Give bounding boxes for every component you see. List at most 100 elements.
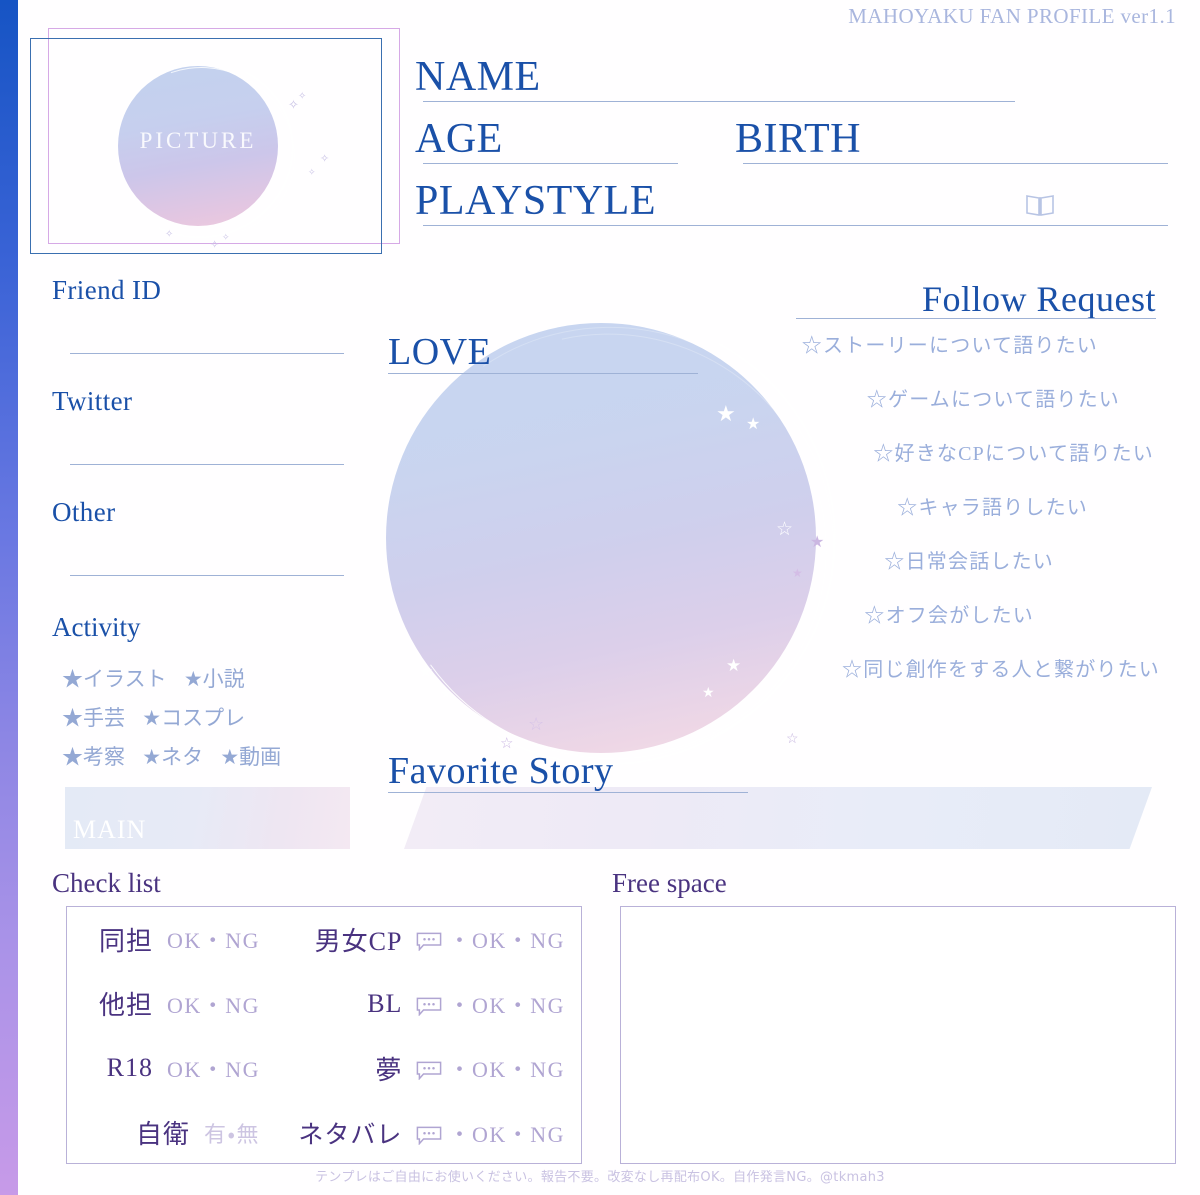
main-band-label: MAIN [73, 815, 147, 844]
check-list-title: Check list [52, 868, 161, 898]
favorite-story-section[interactable]: Favorite Story [388, 752, 748, 793]
follow-request-item-character[interactable]: ☆キャラ語りしたい [740, 498, 1160, 518]
check-list-options[interactable]: ・OK・NG [416, 1052, 565, 1084]
free-space-box[interactable] [620, 906, 1176, 1164]
check-list-key: R18 [106, 1053, 153, 1083]
follow-request-list: ☆ストーリーについて語りたい ☆ゲームについて語りたい ☆好きなCPについて語り… [740, 336, 1160, 714]
follow-request-title: Follow Request [921, 279, 1156, 319]
sparkle-star-icon: ✧ [222, 232, 230, 242]
check-list-cell-left[interactable]: 他担 OK・NG [67, 985, 260, 1022]
check-list-options[interactable]: ・OK・NG [416, 923, 565, 955]
love-section[interactable]: LOVE [388, 333, 698, 374]
check-list-cell-right[interactable]: 夢 ・OK・NG [260, 1050, 581, 1087]
check-list-options[interactable]: 有・無 [204, 1117, 260, 1149]
love-input-line[interactable] [388, 373, 698, 374]
check-list-cell-left[interactable]: R18 OK・NG [67, 1052, 260, 1084]
footer-credit: テンプレはご自由にお使いください。報告不要。改変なし再配布OK。自作発言NG。@… [315, 1170, 885, 1185]
favorite-story-input-line[interactable] [388, 792, 748, 793]
check-list-row: 同担 OK・NG 男女CP ・OK・NG [67, 907, 581, 972]
contact-other[interactable]: Other [52, 497, 352, 608]
activity-tag-video[interactable]: ★動画 [220, 745, 281, 769]
check-list-row: R18 OK・NG 夢 ・OK・NG [67, 1036, 581, 1101]
follow-request-item-story[interactable]: ☆ストーリーについて語りたい [740, 336, 1160, 356]
sparkle-star-icon: ✧ [210, 239, 220, 251]
page-title: MAHOYAKU FAN PROFILE ver1.1 [848, 4, 1176, 28]
speech-bubble-icon [417, 1061, 442, 1081]
field-name[interactable]: NAME [415, 40, 1175, 102]
follow-request-item-cp[interactable]: ☆好きなCPについて語りたい [740, 444, 1160, 464]
sparkle-star-icon: ★ [726, 656, 742, 675]
check-list-key: BL [367, 988, 403, 1018]
activity-tag-row: ★手芸 ★コスプレ [62, 699, 352, 738]
sparkle-star-icon: ★ [418, 662, 434, 681]
free-space-title: Free space [612, 868, 727, 898]
speech-bubble-icon [417, 932, 442, 952]
profile-fields: NAME AGE BIRTH PLAYSTYLE [415, 40, 1175, 226]
activity-tag-neta[interactable]: ★ネタ [142, 745, 203, 769]
check-list-options[interactable]: OK・NG [167, 1052, 260, 1084]
contact-column: Friend ID Twitter Other [52, 275, 352, 608]
sparkle-star-icon: ★ [440, 686, 452, 701]
check-list-key: 他担 [98, 991, 153, 1021]
check-list-cell-right[interactable]: BL ・OK・NG [260, 988, 581, 1020]
activity-tag-handicraft[interactable]: ★手芸 [62, 706, 125, 730]
field-birth-label: BIRTH [735, 116, 861, 162]
contact-friend-id-input-line[interactable] [70, 353, 344, 354]
contact-twitter-label: Twitter [52, 386, 133, 416]
check-list-options[interactable]: OK・NG [167, 923, 260, 955]
sparkle-star-icon: ✧ [308, 167, 316, 177]
contact-other-input-line[interactable] [70, 575, 344, 576]
follow-request-item-creators[interactable]: ☆同じ創作をする人と繋がりたい [740, 660, 1160, 680]
check-list-row: 自衛 有・無 ネタバレ ・OK・NG [67, 1101, 581, 1166]
sparkle-star-icon: ✧ [320, 153, 330, 165]
contact-twitter[interactable]: Twitter [52, 386, 352, 497]
check-list-cell-left[interactable]: 自衛 有・無 [67, 1114, 260, 1151]
check-list-cell-left[interactable]: 同担 OK・NG [67, 921, 260, 958]
activity-tag-list: ★イラスト ★小説 ★手芸 ★コスプレ ★考察 ★ネタ ★動画 [62, 660, 352, 777]
check-list-cell-right[interactable]: 男女CP ・OK・NG [260, 921, 581, 958]
follow-request-item-daily-chat[interactable]: ☆日常会話したい [740, 552, 1160, 572]
follow-request-item-meetup[interactable]: ☆オフ会がしたい [740, 606, 1160, 626]
left-gradient-bar [0, 0, 18, 1195]
check-list-options-text: ・OK・NG [448, 928, 565, 954]
field-age-label: AGE [415, 116, 503, 162]
check-list-key: 男女CP [314, 926, 403, 956]
sparkle-star-icon: ★ [716, 401, 736, 426]
picture-placeholder-label: PICTURE [139, 128, 257, 153]
love-label: LOVE [388, 331, 492, 373]
speech-bubble-icon [417, 997, 442, 1016]
open-book-icon [1026, 195, 1054, 216]
contact-friend-id-label: Friend ID [52, 275, 162, 305]
field-name-label: NAME [415, 54, 541, 100]
check-list-cell-right[interactable]: ネタバレ ・OK・NG [260, 1115, 581, 1151]
check-list-options[interactable]: OK・NG [167, 988, 260, 1020]
check-list-options-text: ・OK・NG [448, 1057, 565, 1083]
profile-sheet: MAHOYAKU FAN PROFILE ver1.1 PICTURE ✧ ✧ … [0, 0, 1200, 1195]
field-age-birth[interactable]: AGE BIRTH [415, 102, 1175, 164]
contact-twitter-input-line[interactable] [70, 464, 344, 465]
sparkle-star-icon: ★ [702, 686, 715, 701]
check-list-options[interactable]: ・OK・NG [416, 988, 565, 1020]
check-list-options-text: ・OK・NG [448, 1121, 565, 1147]
picture-frame[interactable]: PICTURE ✧ ✧ ✧ ✧ ✧ ✧ ✧ [30, 28, 400, 266]
contact-friend-id[interactable]: Friend ID [52, 275, 352, 386]
sparkle-star-icon: ✧ [298, 91, 307, 102]
check-list-key: ネタバレ [298, 1121, 403, 1149]
activity-tag-cosplay[interactable]: ★コスプレ [142, 706, 245, 730]
favorite-story-label: Favorite Story [388, 750, 614, 792]
activity-tag-analysis[interactable]: ★考察 [62, 745, 125, 769]
check-list-options[interactable]: ・OK・NG [416, 1117, 565, 1149]
field-playstyle-label: PLAYSTYLE [415, 178, 656, 224]
favorite-story-ribbon[interactable] [404, 787, 1152, 849]
check-list-options-text: ・OK・NG [448, 992, 565, 1018]
activity-tag-illustration[interactable]: ★イラスト [62, 667, 167, 691]
follow-request-item-game[interactable]: ☆ゲームについて語りたい [740, 390, 1160, 410]
activity-tag-novel[interactable]: ★小説 [184, 667, 245, 691]
sparkle-star-icon: ☆ [528, 714, 545, 734]
field-playstyle-input-line[interactable] [423, 225, 1168, 226]
activity-tag-row: ★イラスト ★小説 [62, 660, 352, 699]
follow-request-underline [796, 318, 1156, 319]
main-band[interactable]: MAIN [65, 787, 350, 849]
activity-title: Activity [52, 612, 141, 642]
field-playstyle[interactable]: PLAYSTYLE [415, 164, 1175, 226]
